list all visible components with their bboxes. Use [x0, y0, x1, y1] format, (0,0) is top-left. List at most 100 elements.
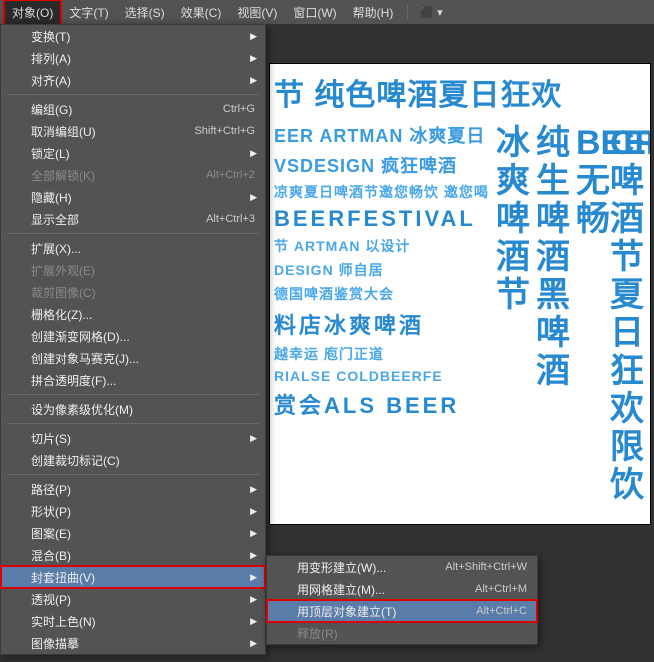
menu-item-label: 用变形建立(W)...: [297, 559, 445, 576]
menu-item-label: 变换(T): [31, 28, 255, 45]
art-text: RIALSE COLDBEERFE: [270, 366, 650, 386]
menu-item-label: 创建裁切标记(C): [31, 452, 255, 469]
menubar-item[interactable]: 选择(S): [117, 0, 173, 25]
menu-separator: [7, 94, 259, 95]
menu-item-label: 创建对象马赛克(J)...: [31, 350, 255, 367]
menu-item[interactable]: 隐藏(H)▶: [1, 186, 265, 208]
menu-item[interactable]: 创建对象马赛克(J)...: [1, 347, 265, 369]
art-text: 越幸运 庖门正道: [270, 342, 650, 366]
submenu-item: 释放(R): [267, 622, 537, 644]
art-text: 冰爽啤酒节: [496, 124, 530, 314]
menu-shortcut: Alt+Ctrl+C: [476, 605, 527, 617]
menu-item[interactable]: 排列(A)▶: [1, 47, 265, 69]
menu-item[interactable]: 拼合透明度(F)...: [1, 369, 265, 391]
menu-item-label: 扩展外观(E): [31, 262, 255, 279]
menu-item-label: 图像描摹: [31, 635, 255, 652]
menu-item-label: 扩展(X)...: [31, 240, 255, 257]
menu-item-label: 切片(S): [31, 430, 255, 447]
menu-item[interactable]: 设为像素级优化(M): [1, 398, 265, 420]
art-text: CRAZYBEER 啤酒节夏日狂欢限饮: [610, 124, 644, 504]
menu-item[interactable]: 封套扭曲(V)▶: [1, 566, 265, 588]
menu-item[interactable]: 图像描摹▶: [1, 632, 265, 654]
menu-item-label: 混合(B): [31, 547, 255, 564]
menu-item[interactable]: 透视(P)▶: [1, 588, 265, 610]
menu-item-label: 拼合透明度(F)...: [31, 372, 255, 389]
submenu-item[interactable]: 用变形建立(W)...Alt+Shift+Ctrl+W: [267, 556, 537, 578]
menu-item-label: 用顶层对象建立(T): [297, 603, 476, 620]
submenu-arrow-icon: ▶: [250, 506, 257, 517]
menu-shortcut: Alt+Ctrl+3: [206, 213, 255, 225]
menu-item-label: 设为像素级优化(M): [31, 401, 255, 418]
submenu-arrow-icon: ▶: [250, 192, 257, 203]
menu-item-label: 创建渐变网格(D)...: [31, 328, 255, 345]
submenu-arrow-icon: ▶: [250, 31, 257, 42]
menu-item-label: 封套扭曲(V): [31, 569, 255, 586]
menu-item-label: 编组(G): [31, 101, 223, 118]
menu-item[interactable]: 栅格化(Z)...: [1, 303, 265, 325]
menu-item[interactable]: 切片(S)▶: [1, 427, 265, 449]
submenu-item[interactable]: 用顶层对象建立(T)Alt+Ctrl+C: [267, 600, 537, 622]
menu-item[interactable]: 锁定(L)▶: [1, 142, 265, 164]
menu-item-label: 对齐(A): [31, 72, 255, 89]
menu-item[interactable]: 变换(T)▶: [1, 25, 265, 47]
submenu-arrow-icon: ▶: [250, 528, 257, 539]
submenu-arrow-icon: ▶: [250, 75, 257, 86]
menu-item[interactable]: 显示全部Alt+Ctrl+3: [1, 208, 265, 230]
submenu-arrow-icon: ▶: [250, 433, 257, 444]
menu-item-label: 实时上色(N): [31, 613, 255, 630]
submenu-item[interactable]: 用网格建立(M)...Alt+Ctrl+M: [267, 578, 537, 600]
menubar-item[interactable]: 视图(V): [229, 0, 285, 25]
menu-shortcut: Alt+Ctrl+2: [206, 169, 255, 181]
menu-item-label: 锁定(L): [31, 145, 255, 162]
menu-separator: [7, 423, 259, 424]
menu-item[interactable]: 编组(G)Ctrl+G: [1, 98, 265, 120]
menu-item-label: 用网格建立(M)...: [297, 581, 475, 598]
menu-item-label: 透视(P): [31, 591, 255, 608]
menu-item[interactable]: 取消编组(U)Shift+Ctrl+G: [1, 120, 265, 142]
menu-item[interactable]: 实时上色(N)▶: [1, 610, 265, 632]
menu-shortcut: Shift+Ctrl+G: [194, 125, 255, 137]
envelope-distort-submenu: 用变形建立(W)...Alt+Shift+Ctrl+W用网格建立(M)...Al…: [266, 555, 538, 645]
menubar-item[interactable]: 帮助(H): [345, 0, 402, 25]
menu-item[interactable]: 创建裁切标记(C): [1, 449, 265, 471]
artboard: 节 纯色啤酒夏日狂欢 EER ARTMAN 冰爽夏日 VSDESIGN 疯狂啤酒…: [270, 64, 650, 524]
menu-shortcut: Alt+Shift+Ctrl+W: [445, 561, 527, 573]
menu-item[interactable]: 混合(B)▶: [1, 544, 265, 566]
menu-separator: [7, 474, 259, 475]
art-text: 德国啤酒鉴赏大会: [270, 282, 650, 306]
menu-separator: [7, 394, 259, 395]
menu-item[interactable]: 路径(P)▶: [1, 478, 265, 500]
menu-item[interactable]: 图案(E)▶: [1, 522, 265, 544]
menu-item: 裁剪图像(C): [1, 281, 265, 303]
art-text: 节 纯色啤酒夏日狂欢: [270, 64, 650, 120]
separator: [407, 4, 408, 20]
menubar-item[interactable]: 文字(T): [61, 0, 116, 25]
submenu-arrow-icon: ▶: [250, 638, 257, 649]
submenu-arrow-icon: ▶: [250, 148, 257, 159]
menu-item-label: 图案(E): [31, 525, 255, 542]
menubar-item[interactable]: 效果(C): [173, 0, 230, 25]
menubar-item[interactable]: 窗口(W): [285, 0, 344, 25]
submenu-arrow-icon: ▶: [250, 616, 257, 627]
menu-item-label: 取消编组(U): [31, 123, 194, 140]
menu-item[interactable]: 扩展(X)...: [1, 237, 265, 259]
menu-separator: [7, 233, 259, 234]
menu-item-label: 隐藏(H): [31, 189, 255, 206]
submenu-arrow-icon: ▶: [250, 594, 257, 605]
menu-item: 全部解锁(K)Alt+Ctrl+2: [1, 164, 265, 186]
art-text: DESIGN 师自居: [270, 258, 650, 282]
menu-item-label: 释放(R): [297, 625, 527, 642]
menu-item[interactable]: 创建渐变网格(D)...: [1, 325, 265, 347]
menu-item[interactable]: 形状(P)▶: [1, 500, 265, 522]
art-text: 纯生啤酒黑啤酒: [536, 124, 570, 390]
menubar-item[interactable]: 对象(O): [4, 0, 61, 25]
menu-item[interactable]: 对齐(A)▶: [1, 69, 265, 91]
menu-item-label: 形状(P): [31, 503, 255, 520]
art-text: BEER 无畅: [576, 124, 610, 238]
menu-shortcut: Alt+Ctrl+M: [475, 583, 527, 595]
submenu-arrow-icon: ▶: [250, 550, 257, 561]
object-menu: 变换(T)▶排列(A)▶对齐(A)▶编组(G)Ctrl+G取消编组(U)Shif…: [0, 24, 266, 655]
workspace-switcher-icon[interactable]: ⬛ ▾: [414, 6, 448, 19]
menu-item-label: 排列(A): [31, 50, 255, 67]
menu-item-label: 裁剪图像(C): [31, 284, 255, 301]
